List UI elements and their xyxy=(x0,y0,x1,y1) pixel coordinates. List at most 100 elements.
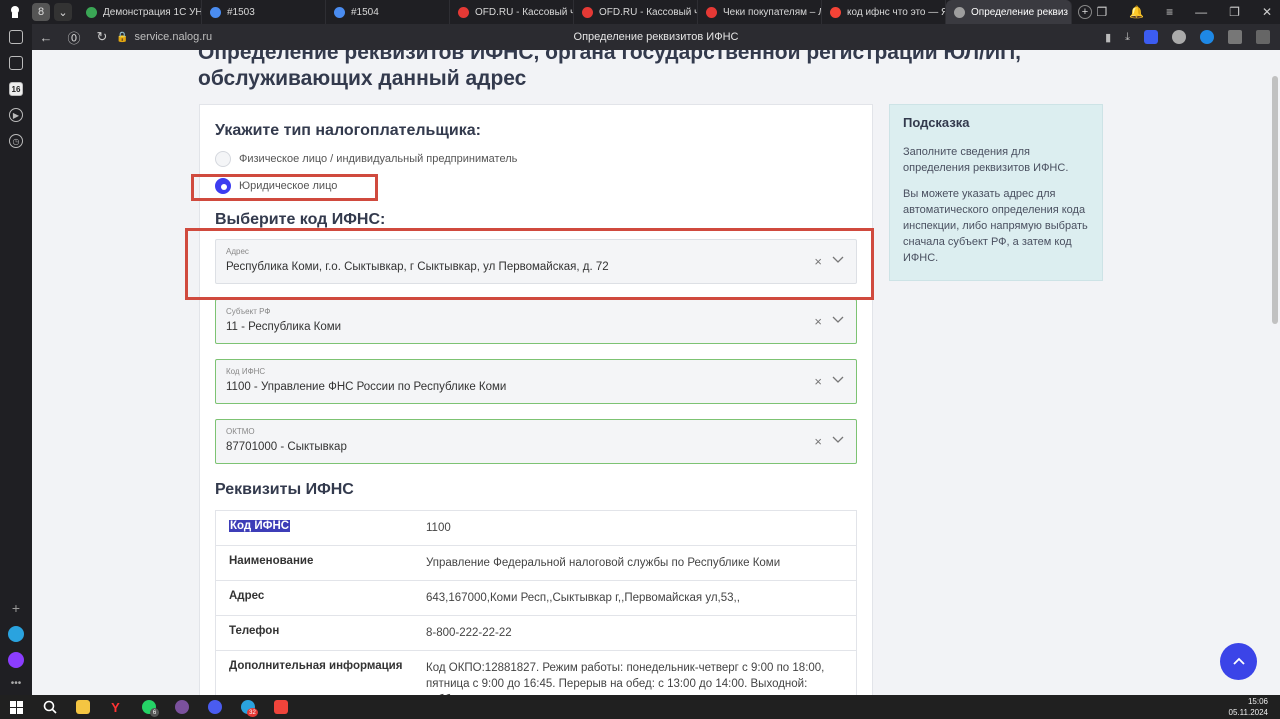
requisites-title: Реквизиты ИФНС xyxy=(215,481,354,498)
minimize-icon[interactable]: — xyxy=(1195,5,1207,19)
tab-label: #1504 xyxy=(351,6,379,18)
page-heading: Определение реквизитов ИФНС, органа госу… xyxy=(198,50,1021,90)
ifns-code-title: Выберите код ИФНС: xyxy=(215,211,386,228)
clear-icon[interactable]: × xyxy=(814,374,822,389)
scroll-thumb[interactable] xyxy=(1272,76,1278,324)
lock-icon: 🔒 xyxy=(116,31,129,43)
table-value: 1100 xyxy=(426,522,451,534)
tabs-menu-chevron-icon[interactable]: ⌄ xyxy=(54,3,72,21)
sidebar-screenshot-icon[interactable] xyxy=(9,56,23,70)
page-content: Определение реквизитов ИФНС, органа госу… xyxy=(32,50,1270,695)
notifications-icon[interactable]: 🔔 xyxy=(1129,5,1144,19)
tab-label: OFD.RU - Кассовый чек xyxy=(599,6,697,18)
table-row: Адрес 643,167000,Коми Респ,,Сыктывкар г,… xyxy=(216,581,856,616)
field-label: Код ИФНС xyxy=(226,367,266,376)
sidebar-telegram-icon[interactable] xyxy=(8,626,24,642)
scroll-to-top-button[interactable] xyxy=(1220,643,1257,680)
table-value: Управление Федеральной налоговой службы … xyxy=(426,557,781,569)
search-icon[interactable] xyxy=(33,695,66,719)
browser-tab[interactable]: #1504 xyxy=(326,0,450,24)
file-explorer-icon[interactable] xyxy=(66,695,99,719)
table-key: Дополнительная информация xyxy=(229,660,403,672)
tab-favicon-icon xyxy=(706,6,717,18)
ifns-code-field[interactable]: Код ИФНС 1100 - Управление ФНС России по… xyxy=(215,359,857,404)
sidebar-collections-icon[interactable] xyxy=(9,30,23,44)
bookmark-icon[interactable]: ▮ xyxy=(1105,31,1111,44)
field-label: ОКТМО xyxy=(226,427,255,436)
clear-icon[interactable]: × xyxy=(814,434,822,449)
chevron-down-icon[interactable] xyxy=(832,373,844,385)
sidebar-alice-icon[interactable] xyxy=(8,652,24,668)
sidebar-more-icon[interactable]: ••• xyxy=(11,678,22,689)
browser-tab-bar: 8 ⌄ Демонстрация 1С УНФ #1503 #1504 OFD.RU … xyxy=(0,0,1280,24)
chevron-up-icon xyxy=(1232,657,1245,665)
chevron-down-icon[interactable] xyxy=(832,313,844,325)
table-key: Наименование xyxy=(229,555,314,567)
telegram-icon[interactable]: 32 xyxy=(231,695,264,719)
field-value: 87701000 - Сыктывкар xyxy=(226,441,347,453)
extension-shield-icon[interactable] xyxy=(1144,30,1158,44)
requisites-table: Код ИФНС 1100 Наименование Управление Фе… xyxy=(215,510,857,695)
chevron-down-icon[interactable] xyxy=(832,433,844,445)
url-text[interactable]: service.nalog.ru xyxy=(134,31,212,43)
download-icon[interactable]: ⤓ xyxy=(1125,31,1130,44)
radio-individual[interactable]: Физическое лицо / индивидуальный предпри… xyxy=(215,151,517,167)
extension-puzzle-icon[interactable] xyxy=(1256,30,1270,44)
restore-icon[interactable]: ❐ xyxy=(1229,5,1240,19)
taxpayer-type-title: Укажите тип налогоплательщика: xyxy=(215,122,481,139)
browser-tab[interactable]: Чеки покупателям – Л xyxy=(698,0,822,24)
extension-globe-icon[interactable] xyxy=(1172,30,1186,44)
clock-date: 05.11.2024 xyxy=(1228,708,1268,717)
menu-icon[interactable]: ≡ xyxy=(1166,5,1173,19)
browser-tab[interactable]: Демонстрация 1С УНФ xyxy=(78,0,202,24)
page-scrollbar[interactable] xyxy=(1270,50,1280,695)
table-row: Код ИФНС 1100 xyxy=(216,511,856,546)
address-bar: ← ⓪ ↻ 🔒 service.nalog.ru Определение рек… xyxy=(32,24,1280,50)
sidebar-calendar-icon[interactable]: 16 xyxy=(9,82,23,96)
tab-label: Демонстрация 1С УНФ xyxy=(103,6,202,18)
field-value: 1100 - Управление ФНС России по Республи… xyxy=(226,381,507,393)
browser-tab[interactable]: код ифнс что это — Янд xyxy=(822,0,946,24)
hint-panel: Подсказка Заполните сведения для определ… xyxy=(889,104,1103,281)
extension-shazam-icon[interactable] xyxy=(1200,30,1214,44)
table-row: Телефон 8-800-222-22-22 xyxy=(216,616,856,651)
sidebar-play-icon[interactable]: ▶ xyxy=(9,108,23,122)
browser-logo-icon[interactable] xyxy=(6,3,24,21)
browser-tab[interactable]: OFD.RU - Кассовый чек xyxy=(574,0,698,24)
hint-title: Подсказка xyxy=(903,115,970,130)
tab-label: #1503 xyxy=(227,6,255,18)
radio-label: Физическое лицо / индивидуальный предпри… xyxy=(239,153,518,165)
oktmo-field[interactable]: ОКТМО 87701000 - Сыктывкар × xyxy=(215,419,857,464)
reload-icon[interactable]: ↻ xyxy=(88,29,116,45)
table-value: Код ОКПО:12881827. Режим работы: понедел… xyxy=(426,662,825,695)
tab-favicon-icon xyxy=(830,6,841,18)
collections-icon[interactable]: ❐ xyxy=(1096,5,1107,19)
extension-translate-icon[interactable] xyxy=(1228,30,1242,44)
system-clock[interactable]: 15:06 05.11.2024 xyxy=(1229,696,1268,718)
browser-tab[interactable]: OFD.RU - Кассовый чек xyxy=(450,0,574,24)
messenger-icon[interactable] xyxy=(198,695,231,719)
clock-time: 15:06 xyxy=(1247,697,1268,706)
viber-icon[interactable] xyxy=(165,695,198,719)
tab-favicon-icon xyxy=(458,6,469,18)
sidebar-history-icon[interactable]: ◷ xyxy=(9,134,23,148)
profile-badge[interactable]: 8 xyxy=(32,3,50,21)
anydesk-icon[interactable] xyxy=(264,695,297,719)
tab-favicon-icon xyxy=(210,6,221,18)
sidebar-add-icon[interactable]: + xyxy=(12,600,20,616)
whatsapp-icon[interactable]: 6 xyxy=(132,695,165,719)
clear-icon[interactable]: × xyxy=(814,314,822,329)
back-arrow-icon[interactable]: ← xyxy=(32,30,60,45)
radio-button[interactable] xyxy=(215,151,231,167)
yandex-browser-icon[interactable]: Y xyxy=(99,695,132,719)
browser-tab[interactable]: Определение реквиз✕ xyxy=(946,0,1072,24)
region-field[interactable]: Субъект РФ 11 - Республика Коми × xyxy=(215,299,857,344)
taskbar: Y 6 32 15:06 05.11.2024 xyxy=(0,695,1280,719)
windows-start-icon[interactable] xyxy=(0,695,33,719)
close-window-icon[interactable]: ✕ xyxy=(1262,5,1272,19)
page-title: Определение реквизитов ИФНС xyxy=(573,31,739,43)
new-tab-button[interactable]: + xyxy=(1078,5,1092,19)
protect-icon[interactable]: ⓪ xyxy=(60,28,88,47)
browser-tab[interactable]: #1503 xyxy=(202,0,326,24)
highlight-box-address xyxy=(185,228,874,300)
